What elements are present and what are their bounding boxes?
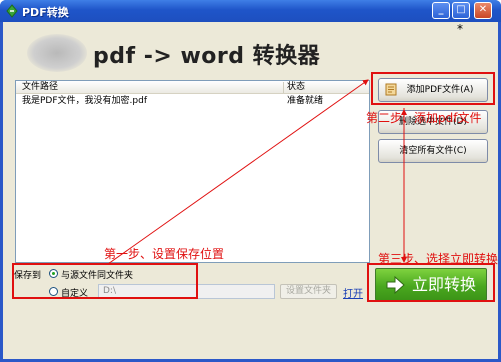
clear-all-button[interactable]: 清空所有文件(C) (378, 139, 488, 163)
title-bar: PDF转换 _ □ ✕ (0, 0, 501, 22)
convert-arrow-icon (386, 276, 405, 294)
annotation-step1: 第一步、设置保存位置 (104, 247, 225, 261)
add-pdf-label: 添加PDF文件(A) (406, 85, 474, 95)
column-header-path[interactable]: 文件路径 (22, 81, 58, 94)
convert-now-label: 立即转换 (412, 275, 477, 294)
file-list[interactable]: 文件路径 状态 我是PDF文件，我没有加密.pdf 准备就绪 (15, 80, 370, 263)
close-button[interactable]: ✕ (474, 2, 492, 19)
logo-image (27, 34, 87, 72)
annotation-step3: 第三步、选择立即转换 (378, 252, 499, 266)
app-window: PDF转换 _ □ ✕ pdf -> word 转换器 * 文件路径 状态 我是… (0, 0, 501, 362)
set-folder-button[interactable]: 设置文件夹 (280, 284, 337, 299)
clear-all-label: 清空所有文件(C) (399, 146, 467, 156)
minimize-button[interactable]: _ (432, 2, 450, 19)
add-pdf-button[interactable]: 添加PDF文件(A) (378, 78, 488, 102)
custom-folder-radio[interactable] (49, 287, 58, 296)
file-path-cell: 我是PDF文件，我没有加密.pdf (22, 96, 147, 106)
file-status-cell: 准备就绪 (287, 96, 324, 106)
column-separator[interactable] (283, 82, 284, 93)
open-folder-link[interactable]: 打开 (343, 285, 363, 300)
corner-mark: * (457, 22, 463, 36)
column-header-status[interactable]: 状态 (287, 81, 305, 94)
client-area: pdf -> word 转换器 * 文件路径 状态 我是PDF文件，我没有加密.… (3, 22, 498, 359)
save-path-input[interactable]: D:\ (98, 284, 275, 299)
status-strip (3, 352, 498, 359)
maximize-button[interactable]: □ (452, 2, 470, 19)
custom-folder-label[interactable]: 自定义 (61, 286, 88, 299)
same-folder-label[interactable]: 与源文件同文件夹 (61, 268, 133, 281)
save-to-label: 保存到 (14, 271, 42, 281)
add-file-icon (385, 83, 397, 96)
app-title: pdf -> word 转换器 (93, 44, 321, 69)
app-icon (6, 4, 18, 18)
file-list-header: 文件路径 状态 (16, 81, 369, 94)
convert-now-button[interactable]: 立即转换 (375, 268, 487, 301)
same-folder-radio[interactable] (49, 269, 58, 278)
window-title: PDF转换 (22, 6, 69, 19)
annotation-step2: 第二步、添加pdf文件 (366, 111, 482, 125)
file-list-row[interactable]: 我是PDF文件，我没有加密.pdf 准备就绪 (16, 95, 369, 108)
